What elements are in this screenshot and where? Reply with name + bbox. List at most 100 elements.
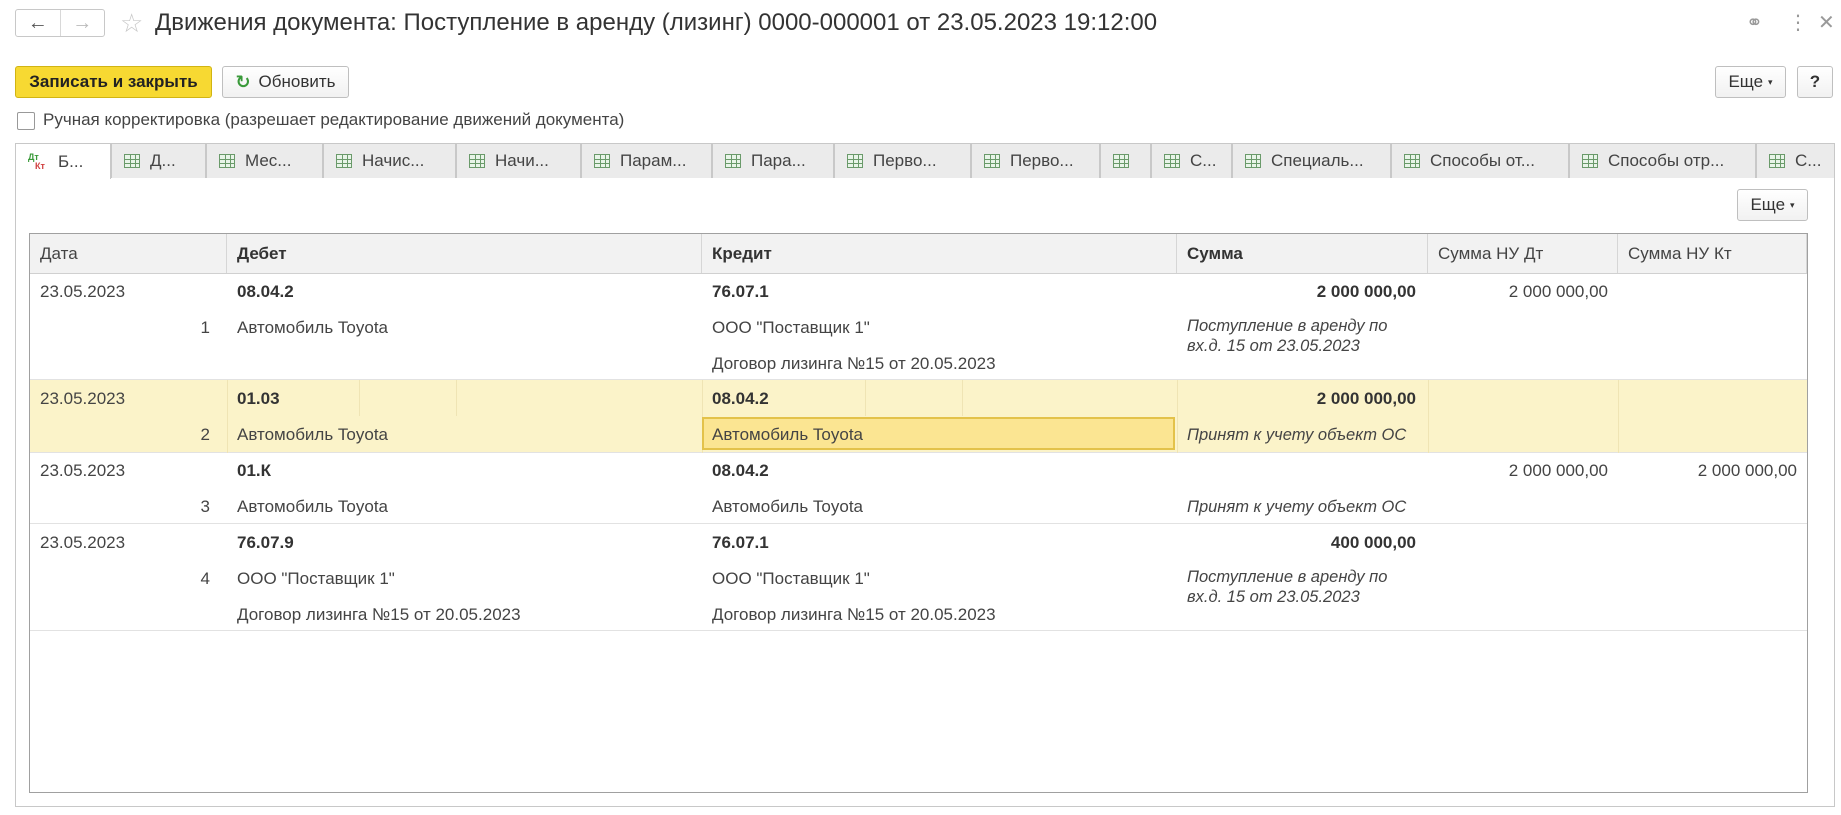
tab-register[interactable]: Начи... — [456, 143, 581, 178]
manual-correction-checkbox[interactable] — [17, 112, 35, 130]
table-row[interactable]: 23.05.2023 4 76.07.9 ООО "Поставщик 1" Д… — [30, 524, 1807, 631]
debit-account: 76.07.9 — [237, 533, 294, 552]
tab-register[interactable]: Способы от... — [1391, 143, 1569, 178]
credit-subconto: Автомобиль Toyota — [712, 497, 864, 516]
debit-subconto: Автомобиль Toyota — [237, 497, 389, 516]
favorite-star-icon[interactable]: ☆ — [120, 8, 143, 38]
debit-credit-icon: Дт Кт — [28, 151, 45, 171]
help-button[interactable]: ? — [1797, 66, 1833, 98]
row-date: 23.05.2023 — [40, 282, 126, 301]
tab-label: Начис... — [362, 151, 425, 170]
navigation-buttons: ← → — [15, 9, 105, 37]
column-header-sum-nu-dt[interactable]: Сумма НУ Дт — [1428, 234, 1618, 273]
tab-label: Специаль... — [1271, 151, 1364, 170]
column-header-credit[interactable]: Кредит — [702, 234, 1177, 273]
tab-register[interactable]: Мес... — [206, 143, 323, 178]
table-row[interactable]: 23.05.2023 1 08.04.2 Автомобиль Toyota 7… — [30, 273, 1807, 380]
movements-table[interactable]: Дата Дебет Кредит Сумма Сумма НУ Дт Сумм… — [29, 233, 1808, 793]
table-icon — [1769, 154, 1785, 168]
column-header-date[interactable]: Дата — [30, 234, 227, 273]
save-and-close-label: Записать и закрыть — [29, 72, 198, 91]
row-sum: 400 000,00 — [1330, 533, 1416, 552]
column-header-debit[interactable]: Дебет — [227, 234, 702, 273]
credit-account: 08.04.2 — [712, 461, 769, 480]
back-arrow-icon[interactable]: ← — [16, 10, 60, 36]
tab-register[interactable]: Д... — [111, 143, 206, 178]
table-icon — [984, 154, 1000, 168]
tab-strip: Дт Кт Б... Д... Мес... Начис... Начи... … — [15, 143, 1835, 179]
tab-label: Б... — [58, 151, 84, 171]
link-icon[interactable]: ⚭ — [1746, 10, 1763, 36]
row-number: 4 — [200, 569, 210, 588]
row-content: Поступление в аренду по вх.д. 15 от 23.0… — [1187, 568, 1388, 606]
tab-label: Перво... — [1010, 151, 1074, 170]
more-button[interactable]: Еще ▾ — [1715, 66, 1786, 98]
tab-register[interactable]: Перво... — [971, 143, 1100, 178]
refresh-label: Обновить — [258, 72, 336, 91]
table-icon — [219, 154, 235, 168]
table-icon — [1164, 154, 1180, 168]
tab-register[interactable]: Специаль... — [1232, 143, 1391, 178]
tab-register[interactable]: Начис... — [323, 143, 456, 178]
row-sum: 2 000 000,00 — [1316, 282, 1416, 301]
manual-correction-label: Ручная корректировка (разрешает редактир… — [43, 110, 625, 129]
tab-label: Перво... — [873, 151, 937, 170]
row-number: 3 — [200, 497, 210, 516]
table-icon — [1582, 154, 1598, 168]
column-header-sum-nu-kt[interactable]: Сумма НУ Кт — [1618, 234, 1807, 273]
table-icon — [1245, 154, 1261, 168]
row-sum-nu-kt: 2 000 000,00 — [1697, 461, 1797, 480]
credit-subconto: ООО "Поставщик 1" — [712, 569, 870, 588]
window-title: Движения документа: Поступление в аренду… — [155, 9, 1158, 36]
credit-subconto: Автомобиль Toyota — [712, 425, 864, 444]
debit-subconto: Договор лизинга №15 от 20.05.2023 — [237, 605, 521, 624]
tab-register[interactable]: Перво... — [834, 143, 971, 178]
tab-label: С... — [1190, 151, 1217, 170]
tab-register[interactable]: С... — [1756, 143, 1835, 178]
tab-register[interactable]: Парам... — [581, 143, 712, 178]
tab-register[interactable]: Пара... — [712, 143, 834, 178]
row-sum-nu-dt: 2 000 000,00 — [1508, 282, 1608, 301]
refresh-icon: ↻ — [235, 71, 251, 92]
row-date: 23.05.2023 — [40, 389, 126, 408]
table-row-selected[interactable]: 23.05.2023 2 01.03 Автомобиль Toyota 08.… — [30, 380, 1807, 453]
tab-accounting-register[interactable]: Дт Кт Б... — [15, 143, 111, 179]
panel-more-button[interactable]: Еще ▾ — [1737, 189, 1808, 221]
credit-subconto: ООО "Поставщик 1" — [712, 318, 870, 337]
column-header-sum[interactable]: Сумма — [1177, 234, 1428, 273]
credit-account: 08.04.2 — [712, 389, 769, 408]
table-icon — [469, 154, 485, 168]
row-number: 2 — [200, 425, 210, 444]
table-row[interactable]: 23.05.2023 3 01.К Автомобиль Toyota 08.0… — [30, 453, 1807, 524]
debit-subconto: Автомобиль Toyota — [237, 318, 389, 337]
debit-subconto: Автомобиль Toyota — [237, 425, 389, 444]
table-icon — [1404, 154, 1420, 168]
table-icon — [594, 154, 610, 168]
dropdown-arrow-icon: ▾ — [1790, 199, 1795, 210]
row-content: Поступление в аренду по вх.д. 15 от 23.0… — [1187, 317, 1388, 355]
tab-register[interactable] — [1100, 143, 1151, 178]
forward-arrow-icon[interactable]: → — [59, 10, 105, 36]
tab-register[interactable]: С... — [1151, 143, 1232, 178]
tab-label: Способы от... — [1430, 151, 1535, 170]
tab-label: Парам... — [620, 151, 687, 170]
debit-subconto: ООО "Поставщик 1" — [237, 569, 395, 588]
more-actions-icon[interactable]: ⋮ — [1788, 10, 1808, 36]
table-icon — [124, 154, 140, 168]
credit-subconto: Договор лизинга №15 от 20.05.2023 — [712, 354, 996, 373]
more-label: Еще — [1728, 72, 1764, 91]
credit-account: 76.07.1 — [712, 533, 769, 552]
table-icon — [725, 154, 741, 168]
dropdown-arrow-icon: ▾ — [1768, 76, 1773, 87]
refresh-button[interactable]: ↻ Обновить — [222, 66, 349, 98]
table-icon — [847, 154, 863, 168]
tab-label: Пара... — [751, 151, 806, 170]
debit-account: 08.04.2 — [237, 282, 294, 301]
row-sum-nu-dt: 2 000 000,00 — [1508, 461, 1608, 480]
credit-account: 76.07.1 — [712, 282, 769, 301]
tab-register[interactable]: Способы отр... — [1569, 143, 1756, 178]
debit-account: 01.03 — [237, 389, 280, 408]
close-icon[interactable]: ✕ — [1818, 10, 1835, 36]
tab-label: Д... — [150, 151, 176, 170]
save-and-close-button[interactable]: Записать и закрыть — [15, 66, 212, 98]
